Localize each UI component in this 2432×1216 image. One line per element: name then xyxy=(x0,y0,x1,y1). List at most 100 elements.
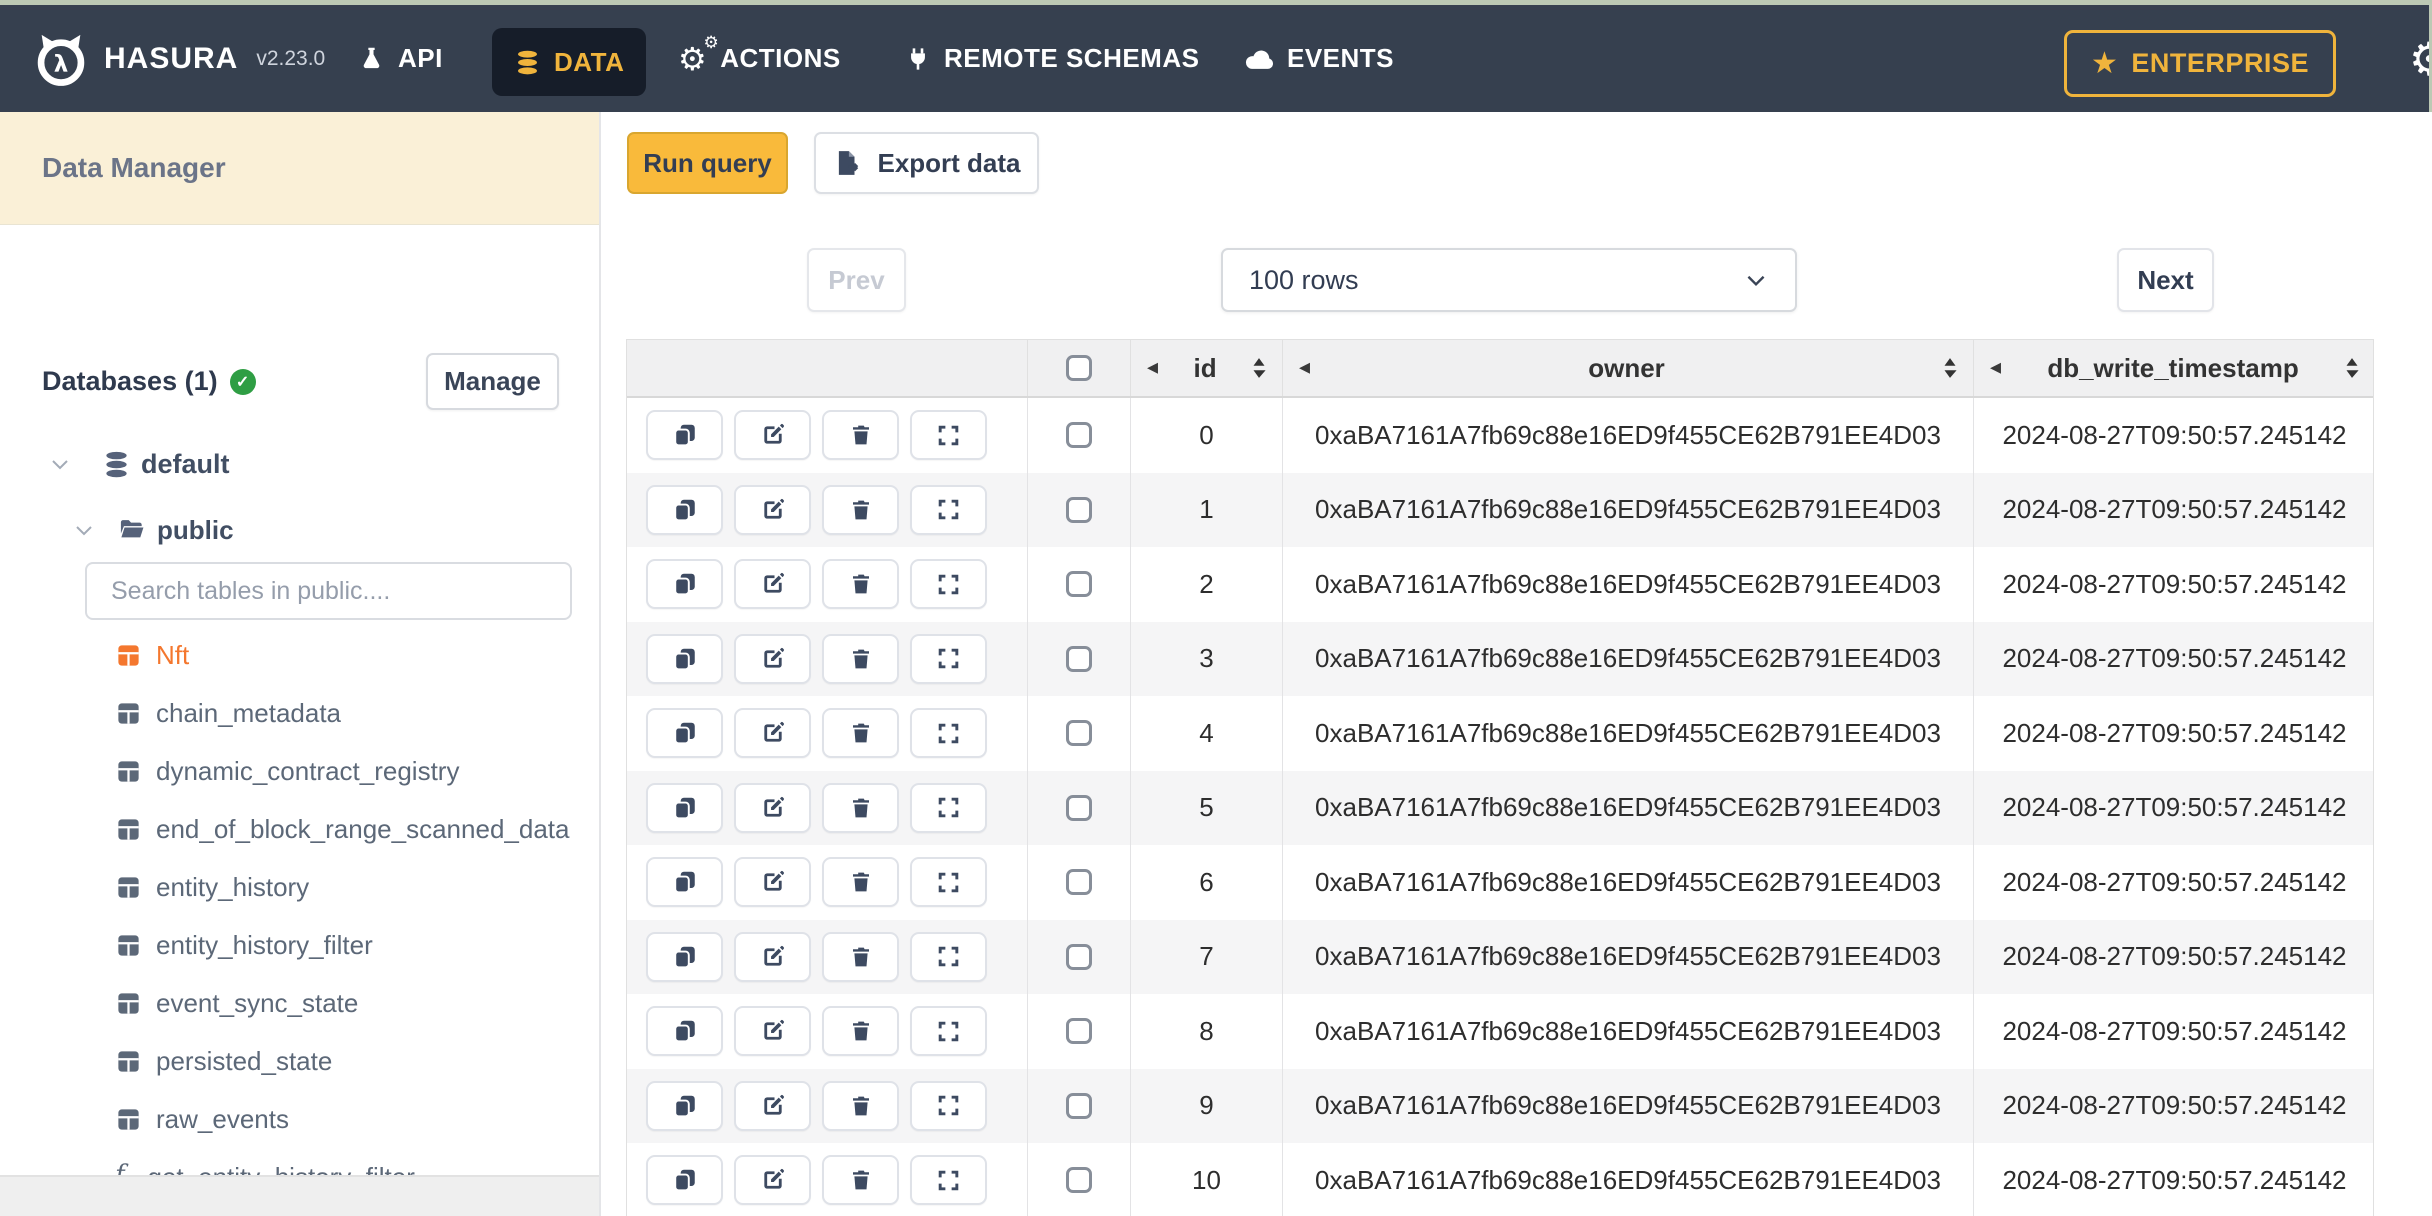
collapse-column-icon[interactable]: ◂ xyxy=(1147,357,1158,379)
delete-row-button[interactable] xyxy=(822,931,899,982)
sort-icon[interactable] xyxy=(1943,357,1957,379)
next-page-button[interactable]: Next xyxy=(2117,248,2214,312)
edit-row-button[interactable] xyxy=(734,410,811,461)
expand-row-button[interactable] xyxy=(910,1080,987,1131)
delete-row-button[interactable] xyxy=(822,484,899,535)
clone-row-button[interactable] xyxy=(646,559,723,610)
delete-row-button[interactable] xyxy=(822,1080,899,1131)
edit-row-button[interactable] xyxy=(734,1155,811,1206)
header-id[interactable]: ◂ id xyxy=(1131,340,1283,396)
row-checkbox[interactable] xyxy=(1066,422,1092,449)
clone-row-button[interactable] xyxy=(646,708,723,759)
clone-row-button[interactable] xyxy=(646,782,723,833)
row-checkbox[interactable] xyxy=(1066,794,1092,821)
expand-row-button[interactable] xyxy=(910,782,987,833)
sidebar-table-item[interactable]: ƒx dynamic_contract_registry xyxy=(0,742,599,800)
cell-db-write-timestamp: 2024-08-27T09:50:57.245142 xyxy=(2002,494,2347,525)
page-size-select[interactable]: 100 rows xyxy=(1221,248,1797,312)
delete-row-button[interactable] xyxy=(822,559,899,610)
delete-row-button[interactable] xyxy=(822,1006,899,1057)
nav-item-actions[interactable]: ⚙ ⚙ ACTIONS xyxy=(678,5,841,112)
tree-node-database-default[interactable]: default xyxy=(48,436,230,492)
chevron-down-icon[interactable] xyxy=(48,452,72,476)
clone-row-button[interactable] xyxy=(646,633,723,684)
header-db-write-timestamp[interactable]: ◂ db_write_timestamp xyxy=(1974,340,2375,396)
clone-row-button[interactable] xyxy=(646,931,723,982)
edit-row-button[interactable] xyxy=(734,782,811,833)
sort-icon[interactable] xyxy=(2345,357,2359,379)
clone-row-button[interactable] xyxy=(646,1080,723,1131)
delete-row-button[interactable] xyxy=(822,782,899,833)
expand-row-button[interactable] xyxy=(910,857,987,908)
expand-row-button[interactable] xyxy=(910,484,987,535)
row-checkbox[interactable] xyxy=(1066,496,1092,523)
edit-row-button[interactable] xyxy=(734,484,811,535)
sidebar-table-item[interactable]: ƒx Nft xyxy=(0,626,599,684)
edit-icon xyxy=(760,571,786,597)
row-checkbox[interactable] xyxy=(1066,645,1092,672)
sidebar-table-item[interactable]: ƒx event_sync_state xyxy=(0,974,599,1032)
row-checkbox[interactable] xyxy=(1066,869,1092,896)
row-checkbox[interactable] xyxy=(1066,571,1092,598)
sidebar-table-item[interactable]: ƒx chain_metadata xyxy=(0,684,599,742)
delete-row-button[interactable] xyxy=(822,708,899,759)
clone-row-button[interactable] xyxy=(646,1006,723,1057)
sidebar-table-item[interactable]: ƒx entity_history xyxy=(0,858,599,916)
clone-row-button[interactable] xyxy=(646,1155,723,1206)
expand-row-button[interactable] xyxy=(910,708,987,759)
brand-home-link[interactable]: λ HASURA v2.23.0 xyxy=(32,5,325,112)
delete-row-button[interactable] xyxy=(822,857,899,908)
expand-icon xyxy=(936,1093,961,1118)
run-query-button[interactable]: Run query xyxy=(627,132,788,194)
row-checkbox[interactable] xyxy=(1066,1092,1092,1119)
expand-icon xyxy=(936,1168,961,1193)
edit-row-button[interactable] xyxy=(734,633,811,684)
tree-node-schema-public[interactable]: public xyxy=(72,502,234,558)
clone-row-button[interactable] xyxy=(646,410,723,461)
sidebar-table-item[interactable]: ƒx raw_events xyxy=(0,1090,599,1148)
sidebar-table-item[interactable]: ƒx entity_history_filter xyxy=(0,916,599,974)
nav-item-data[interactable]: DATA xyxy=(492,28,647,96)
clone-row-button[interactable] xyxy=(646,484,723,535)
enterprise-button[interactable]: ★ ENTERPRISE xyxy=(2064,30,2336,97)
expand-row-button[interactable] xyxy=(910,633,987,684)
header-owner[interactable]: ◂ owner xyxy=(1283,340,1974,396)
select-all-checkbox[interactable] xyxy=(1066,355,1092,381)
nav-item-remote-schemas[interactable]: REMOTE SCHEMAS xyxy=(905,5,1199,112)
copy-icon xyxy=(672,795,698,821)
row-checkbox[interactable] xyxy=(1066,1018,1092,1045)
edit-row-button[interactable] xyxy=(734,857,811,908)
collapse-column-icon[interactable]: ◂ xyxy=(1990,357,2001,379)
nav-item-events[interactable]: EVENTS xyxy=(1244,5,1394,112)
nav-item-api[interactable]: API xyxy=(358,5,443,112)
delete-row-button[interactable] xyxy=(822,410,899,461)
edit-row-button[interactable] xyxy=(734,559,811,610)
expand-row-button[interactable] xyxy=(910,931,987,982)
header-actions xyxy=(627,340,1028,396)
edit-row-button[interactable] xyxy=(734,931,811,982)
clone-row-button[interactable] xyxy=(646,857,723,908)
edit-row-button[interactable] xyxy=(734,708,811,759)
sidebar-table-item[interactable]: ƒx persisted_state xyxy=(0,1032,599,1090)
expand-row-button[interactable] xyxy=(910,410,987,461)
prev-page-button[interactable]: Prev xyxy=(807,248,906,312)
edit-row-button[interactable] xyxy=(734,1006,811,1057)
sort-icon[interactable] xyxy=(1252,357,1266,379)
sidebar-table-item[interactable]: ƒx end_of_block_range_scanned_data xyxy=(0,800,599,858)
trash-icon xyxy=(849,497,873,523)
edit-row-button[interactable] xyxy=(734,1080,811,1131)
chevron-down-icon xyxy=(1743,267,1769,293)
expand-row-button[interactable] xyxy=(910,1155,987,1206)
collapse-column-icon[interactable]: ◂ xyxy=(1299,357,1310,379)
delete-row-button[interactable] xyxy=(822,1155,899,1206)
row-checkbox[interactable] xyxy=(1066,943,1092,970)
row-checkbox[interactable] xyxy=(1066,720,1092,747)
delete-row-button[interactable] xyxy=(822,633,899,684)
export-data-button[interactable]: Export data xyxy=(814,132,1039,194)
search-tables-input[interactable] xyxy=(85,562,572,620)
manage-button[interactable]: Manage xyxy=(426,353,559,410)
expand-row-button[interactable] xyxy=(910,559,987,610)
row-checkbox[interactable] xyxy=(1066,1167,1092,1194)
expand-row-button[interactable] xyxy=(910,1006,987,1057)
chevron-down-icon[interactable] xyxy=(72,518,96,542)
